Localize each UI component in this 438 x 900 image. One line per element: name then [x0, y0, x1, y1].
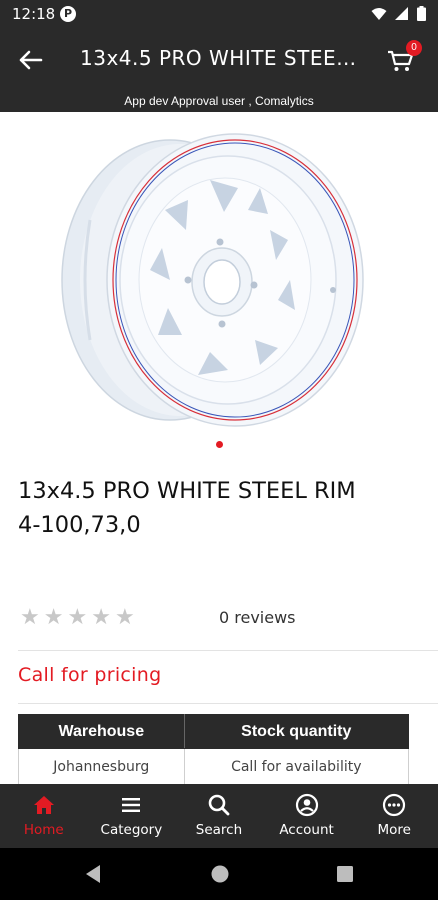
system-back-icon[interactable]: [82, 862, 104, 886]
nav-search[interactable]: Search: [175, 784, 263, 848]
search-icon: [208, 794, 230, 816]
product-image[interactable]: [50, 130, 370, 440]
battery-icon: [417, 6, 426, 21]
more-icon: [383, 793, 406, 817]
rating-stars: ★ ★ ★ ★ ★: [20, 606, 135, 630]
status-icons: [371, 6, 426, 21]
wheel-rim-image: [61, 133, 364, 427]
signal-icon: [395, 6, 408, 20]
star-icon: ★: [20, 605, 40, 630]
back-button[interactable]: [14, 44, 48, 76]
home-icon: [33, 796, 54, 814]
system-recents-icon[interactable]: [334, 862, 356, 886]
bottom-navigation: Home Category Search Account More: [0, 784, 438, 848]
star-icon: ★: [91, 605, 111, 630]
star-icon: ★: [114, 605, 135, 630]
nav-home-label: Home: [23, 822, 64, 838]
user-info-bar: App dev Approval user , Comalytics: [0, 92, 438, 112]
page-title: 13x4.5 PRO WHITE STEEL RIM 4-100,73,0: [80, 46, 360, 70]
product-name: 13x4.5 PRO WHITE STEEL RIM 4-100,73,0: [18, 474, 418, 542]
call-for-pricing: Call for pricing: [18, 664, 162, 686]
stock-quantity-header: Stock quantity: [183, 714, 410, 749]
table-row: Johannesburg Call for availability: [18, 748, 410, 785]
system-home-icon[interactable]: [209, 862, 231, 886]
divider: [18, 703, 438, 704]
wifi-icon: [371, 7, 387, 20]
back-arrow-icon: [19, 50, 43, 70]
stock-table: Warehouse Stock quantity Johannesburg Ca…: [18, 714, 410, 785]
product-name-line-1: 13x4.5 PRO WHITE STEEL RIM: [18, 478, 356, 504]
nav-home[interactable]: Home: [0, 784, 88, 848]
divider: [18, 650, 438, 651]
reviews-link[interactable]: 0 reviews: [219, 608, 296, 627]
status-bar: 12:18 P: [0, 0, 438, 28]
nav-account[interactable]: Account: [263, 784, 351, 848]
stock-quantity-cell: Call for availability: [183, 748, 410, 785]
cart-count-badge: 0: [406, 40, 422, 56]
system-navigation-bar: [0, 848, 438, 900]
warehouse-cell: Johannesburg: [18, 748, 185, 785]
app-bar: 13x4.5 PRO WHITE STEEL RIM 4-100,73,0 0: [0, 28, 438, 92]
account-icon: [295, 793, 318, 817]
status-time: 12:18: [12, 5, 56, 23]
app-notification-icon: P: [60, 6, 76, 22]
nav-more-label: More: [377, 822, 411, 838]
warehouse-header: Warehouse: [18, 714, 185, 749]
nav-account-label: Account: [279, 822, 334, 838]
nav-more[interactable]: More: [350, 784, 438, 848]
carousel-indicator-dot[interactable]: [216, 441, 223, 448]
product-name-line-2: 4-100,73,0: [18, 512, 141, 538]
nav-category[interactable]: Category: [88, 784, 176, 848]
nav-category-label: Category: [100, 822, 163, 838]
nav-search-label: Search: [195, 822, 243, 838]
star-icon: ★: [43, 605, 64, 630]
star-icon: ★: [67, 605, 88, 630]
menu-icon: [122, 798, 141, 812]
stock-table-header-row: Warehouse Stock quantity: [18, 714, 410, 749]
